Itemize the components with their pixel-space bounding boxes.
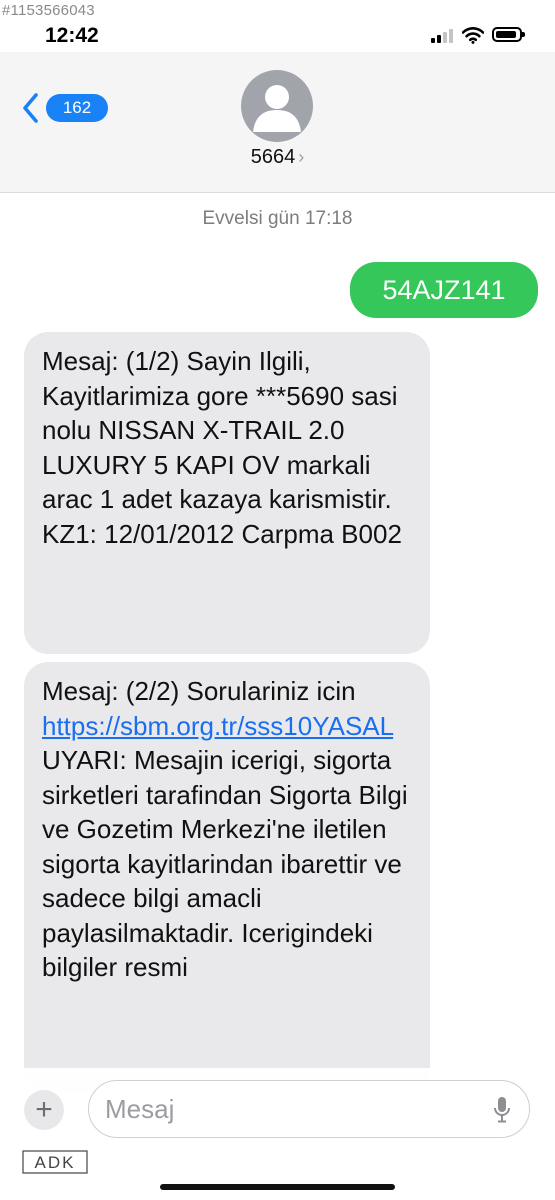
signal-icon	[431, 29, 453, 43]
message-text: Mesaj: (2/2) Sorulariniz icin	[42, 676, 356, 706]
received-message-bubble[interactable]: Mesaj: (1/2) Sayin Ilgili, Kayitlarimiza…	[24, 332, 430, 654]
message-input[interactable]	[88, 1080, 530, 1138]
adk-logo: ADK	[22, 1150, 88, 1174]
conversation-header: 162 5664 ›	[0, 52, 555, 193]
wifi-icon	[462, 27, 484, 44]
svg-text:ADK: ADK	[35, 1153, 76, 1172]
back-chevron-icon	[23, 93, 38, 123]
unread-badge: 162	[46, 94, 108, 122]
chevron-right-icon: ›	[298, 147, 305, 167]
home-indicator	[160, 1184, 395, 1190]
mic-icon[interactable]	[492, 1096, 512, 1124]
message-timestamp: Evvelsi gün 17:18	[202, 208, 353, 229]
status-time: 12:42	[45, 24, 99, 47]
message-text: Mesaj: (1/2) Sayin Ilgili, Kayitlarimiza…	[42, 346, 402, 549]
status-bar: 12:42	[0, 0, 555, 52]
contact-name[interactable]: 5664 ›	[0, 146, 555, 169]
received-message-bubble[interactable]: Mesaj: (2/2) Sorulariniz icin https://sb…	[24, 662, 430, 1092]
message-link[interactable]: https://sbm.org.tr/sss10YASAL	[42, 711, 393, 741]
plus-icon[interactable]: +	[24, 1090, 64, 1130]
battery-icon	[492, 27, 525, 42]
sent-message-bubble[interactable]: 54AJZ141	[350, 262, 538, 318]
composer-bar: + ADK	[0, 1068, 555, 1200]
contact-name-label: 5664	[250, 146, 296, 168]
message-text: UYARI: Mesajin icerigi, sigorta sirketle…	[42, 745, 408, 982]
person-avatar-icon[interactable]	[241, 70, 313, 142]
